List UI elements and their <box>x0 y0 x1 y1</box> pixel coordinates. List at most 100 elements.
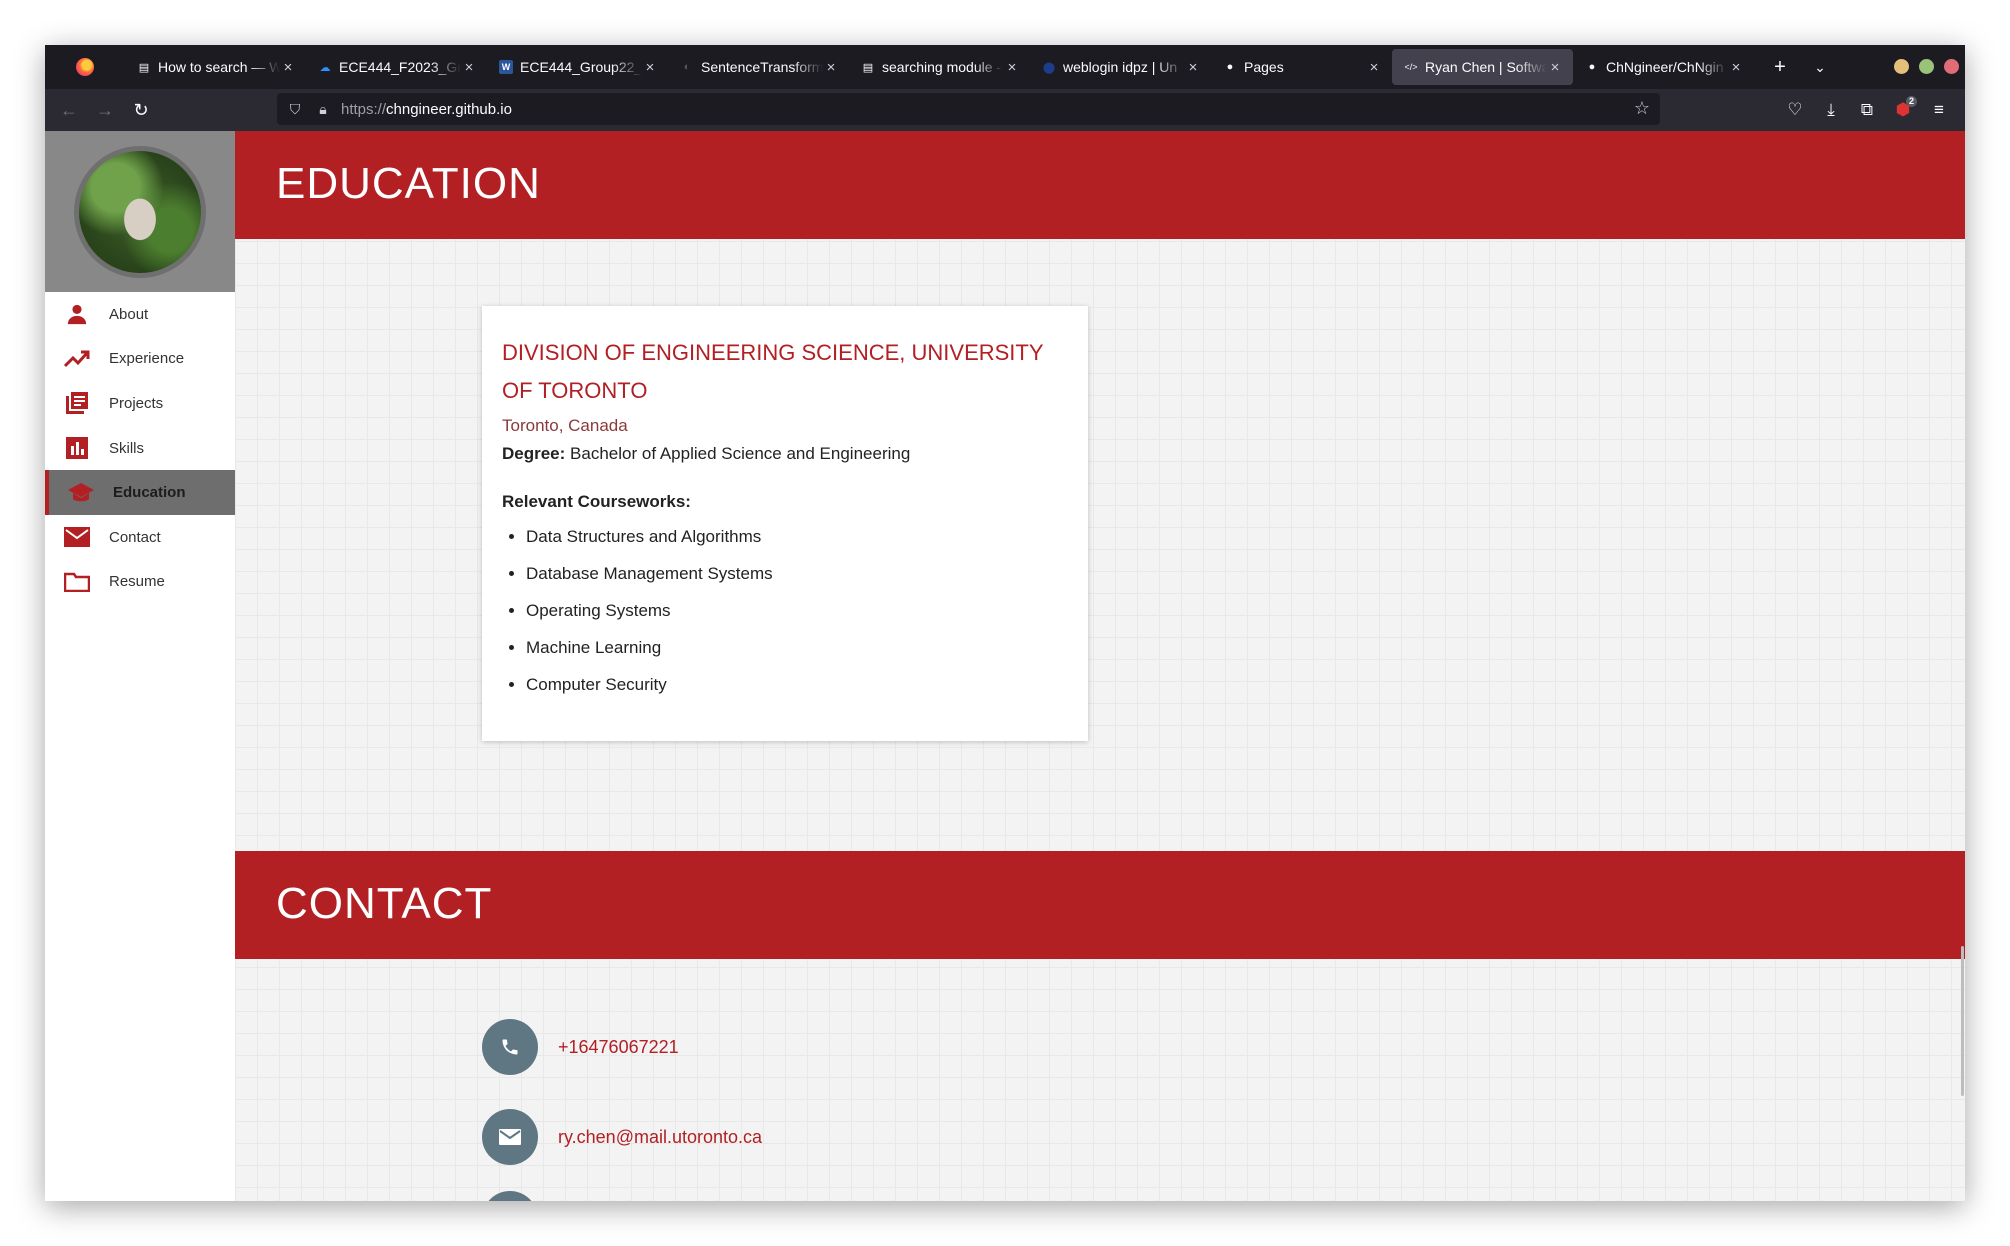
tab-title: ECE444_F2023_Gro <box>339 59 461 75</box>
tab-title: How to search — W <box>158 59 280 75</box>
tab-title: ChNgineer/ChNgin <box>1606 59 1724 75</box>
avatar <box>74 145 206 278</box>
sidebar-item-contact[interactable]: Contact <box>45 515 235 560</box>
contact-extra-row <box>482 1191 538 1201</box>
url-text[interactable]: https://chngineer.github.io <box>341 101 512 118</box>
education-banner: EDUCATION <box>235 131 1965 239</box>
main-content: EDUCATION Division of Engineering Scienc… <box>235 131 1965 1201</box>
sbert-icon: ◐ <box>683 61 691 73</box>
sidebar-item-label: Contact <box>109 528 161 546</box>
doc-icon: ▤ <box>138 61 150 74</box>
courseworks-title: Relevant Courseworks: <box>502 492 691 511</box>
tab-how-to-search[interactable]: ▤ How to search — W × <box>125 49 306 85</box>
sidebar: About Experience Projects Skills Educati… <box>45 131 236 1201</box>
lock-icon[interactable]: 🔒︎ <box>309 101 337 118</box>
extension-badge: 2 <box>1905 96 1917 107</box>
sidebar-item-label: Projects <box>109 394 164 412</box>
forward-icon[interactable]: → <box>87 94 123 126</box>
downloads-icon[interactable]: ⤓ <box>1813 95 1849 125</box>
phone-link[interactable]: +16476067221 <box>558 1037 679 1058</box>
doc-icon: ▤ <box>862 61 874 74</box>
bookmark-star-icon[interactable]: ☆ <box>1634 98 1650 119</box>
code-icon: </> <box>1404 62 1418 72</box>
tab-title: searching module - <box>882 59 1002 75</box>
sidebar-item-label: Resume <box>109 573 165 591</box>
sidebar-item-label: Experience <box>109 350 185 368</box>
shield-icon[interactable]: ⛉ <box>281 101 309 118</box>
tab-ece444-group22[interactable]: W ECE444_Group22_M × <box>487 49 668 85</box>
folder-icon <box>63 570 91 594</box>
person-icon <box>63 302 91 326</box>
url-host: chngineer.github.io <box>386 100 512 118</box>
contact-extra-icon <box>482 1191 538 1201</box>
pocket-icon[interactable]: ♡ <box>1777 95 1813 125</box>
close-tab-icon[interactable]: × <box>280 59 296 76</box>
page-scrollbar[interactable] <box>1961 946 1964 1096</box>
reload-icon[interactable]: ↻ <box>123 94 159 126</box>
close-tab-icon[interactable]: × <box>1185 59 1201 76</box>
sidebar-item-projects[interactable]: Projects <box>45 381 235 426</box>
close-tab-icon[interactable]: × <box>823 59 839 76</box>
sidebar-item-about[interactable]: About <box>45 292 235 337</box>
sidebar-item-resume[interactable]: Resume <box>45 560 235 605</box>
tab-sentence-transformers[interactable]: ◐ SentenceTransform × <box>668 49 849 85</box>
extensions-icon[interactable]: ⧉ <box>1849 95 1885 125</box>
tab-ryan-chen[interactable]: </> Ryan Chen | Softwa × <box>1392 49 1573 85</box>
tab-title: Ryan Chen | Softwa <box>1425 59 1547 75</box>
contact-phone-row: +16476067221 <box>482 1019 679 1075</box>
phone-icon <box>482 1019 538 1075</box>
new-tab-icon[interactable]: + <box>1760 56 1800 79</box>
tab-pages[interactable]: ● Pages × <box>1211 49 1392 85</box>
firefox-icon <box>76 58 94 76</box>
sidebar-item-label: Skills <box>109 439 145 457</box>
list-item: Database Management Systems <box>526 555 1068 592</box>
tab-weblogin[interactable]: ⬤ weblogin idpz | Un × <box>1030 49 1211 85</box>
firefox-view-button[interactable] <box>45 45 125 89</box>
close-tab-icon[interactable]: × <box>642 59 658 76</box>
section-heading: EDUCATION <box>276 159 541 208</box>
tab-chngineer-repo[interactable]: ● ChNgineer/ChNgin × <box>1573 49 1754 85</box>
github-icon: ● <box>1588 61 1596 73</box>
sidebar-item-experience[interactable]: Experience <box>45 337 235 382</box>
trending-up-icon <box>63 347 91 371</box>
list-item: Data Structures and Algorithms <box>526 518 1068 555</box>
degree-value: Bachelor of Applied Science and Engineer… <box>570 444 911 463</box>
close-tab-icon[interactable]: × <box>1366 59 1382 76</box>
tab-searching-module[interactable]: ▤ searching module - × <box>849 49 1030 85</box>
education-card: Division of Engineering Science, Univers… <box>482 306 1088 741</box>
close-tab-icon[interactable]: × <box>1728 59 1744 76</box>
onedrive-icon: ☁ <box>319 61 331 74</box>
tab-title: SentenceTransform <box>701 59 823 75</box>
list-item: Computer Security <box>526 666 1068 703</box>
uoft-icon: ⬤ <box>1042 61 1056 74</box>
ublock-extension-icon[interactable]: ⬢ 2 <box>1885 95 1921 125</box>
back-icon[interactable]: ← <box>51 94 87 126</box>
page-viewport: About Experience Projects Skills Educati… <box>45 131 1965 1201</box>
close-tab-icon[interactable]: × <box>1004 59 1020 76</box>
github-icon: ● <box>1226 61 1234 73</box>
envelope-icon <box>482 1109 538 1165</box>
close-window-button[interactable] <box>1944 59 1959 74</box>
list-all-tabs-icon[interactable]: ⌄ <box>1800 59 1840 76</box>
minimize-button[interactable] <box>1894 59 1909 74</box>
courseworks-list: Data Structures and Algorithms Database … <box>502 518 1068 703</box>
degree-line: Degree: Bachelor of Applied Science and … <box>502 444 1068 464</box>
sidebar-item-education[interactable]: Education <box>45 470 235 515</box>
library-books-icon <box>63 391 91 415</box>
school-name: Division of Engineering Science, Univers… <box>502 340 1044 403</box>
navigation-toolbar: ← → ↻ ⛉ 🔒︎ https://chngineer.github.io ☆… <box>45 89 1965 131</box>
close-tab-icon[interactable]: × <box>1547 59 1563 76</box>
contact-email-row: ry.chen@mail.utoronto.ca <box>482 1109 762 1165</box>
close-tab-icon[interactable]: × <box>461 59 477 76</box>
maximize-button[interactable] <box>1919 59 1934 74</box>
url-bar[interactable]: ⛉ 🔒︎ https://chngineer.github.io ☆ <box>277 93 1660 125</box>
mail-icon <box>63 525 91 549</box>
section-heading: CONTACT <box>276 879 493 928</box>
tab-title: ECE444_Group22_M <box>520 59 642 75</box>
menu-icon[interactable]: ≡ <box>1921 95 1957 125</box>
tab-ece444-f2023[interactable]: ☁ ECE444_F2023_Gro × <box>306 49 487 85</box>
contact-banner: CONTACT <box>235 851 1965 959</box>
sidebar-item-skills[interactable]: Skills <box>45 426 235 471</box>
url-scheme: https:// <box>341 100 387 118</box>
email-link[interactable]: ry.chen@mail.utoronto.ca <box>558 1127 762 1148</box>
